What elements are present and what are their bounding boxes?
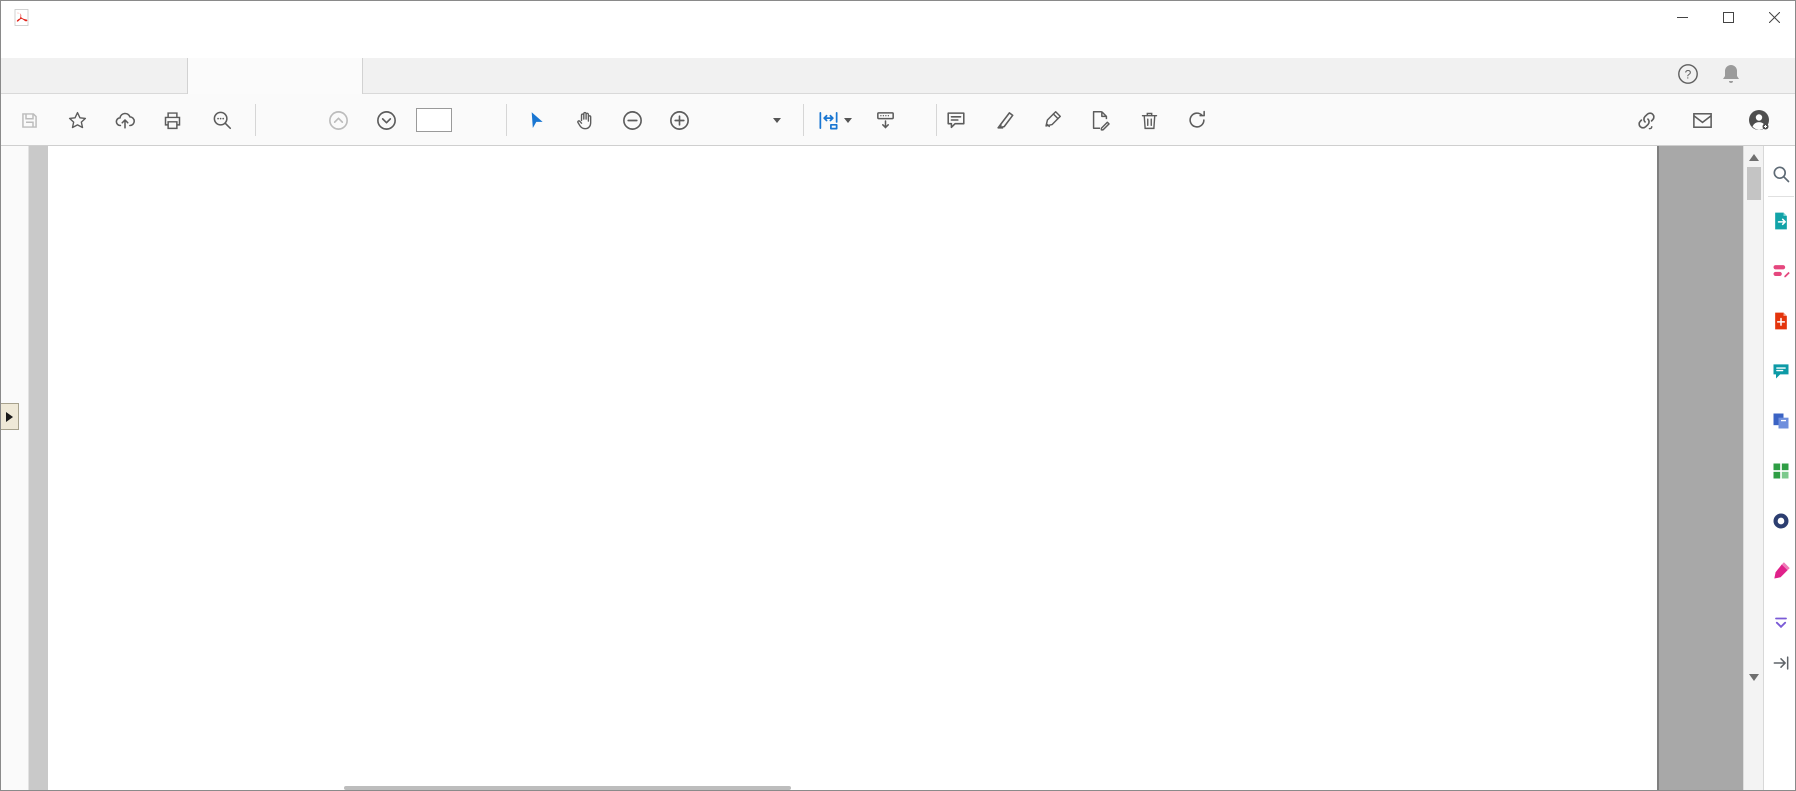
page-display-icon[interactable] (868, 103, 902, 137)
vertical-scrollbar[interactable] (1743, 146, 1763, 790)
document-area (1, 146, 1795, 790)
previous-page-icon[interactable] (321, 103, 355, 137)
save-icon[interactable] (12, 103, 46, 137)
pdf-page (48, 146, 1657, 790)
share-link-icon[interactable] (1629, 103, 1663, 137)
open-tools-panel-icon[interactable] (1769, 651, 1793, 675)
title-bar (1, 1, 1795, 34)
search-tools-icon[interactable] (1769, 162, 1793, 186)
zoom-out-icon[interactable] (615, 103, 649, 137)
acrobat-window: ? (0, 0, 1796, 791)
more-tools-icon[interactable] (1769, 609, 1793, 633)
fit-dropdown-caret-icon[interactable] (844, 118, 852, 123)
menu-bar (1, 34, 1795, 58)
scroll-down-arrow-icon[interactable] (1749, 674, 1759, 681)
combine-files-icon[interactable] (1769, 409, 1793, 433)
maximize-button[interactable] (1705, 1, 1751, 34)
vertical-scrollbar-thumb[interactable] (1747, 167, 1761, 200)
delete-icon[interactable] (1132, 103, 1166, 137)
comment-icon[interactable] (939, 103, 973, 137)
horizontal-scrollbar-thumb[interactable] (344, 786, 791, 790)
account-avatar-icon[interactable] (1742, 103, 1776, 137)
cloud-upload-icon[interactable] (108, 103, 142, 137)
tab-home[interactable] (5, 58, 41, 94)
edit-pdf-icon[interactable] (1769, 259, 1793, 283)
left-panel-toggle-button[interactable] (1, 403, 19, 430)
refresh-icon[interactable] (1180, 103, 1214, 137)
tab-document[interactable] (187, 58, 363, 94)
scroll-up-arrow-icon[interactable] (1749, 154, 1759, 161)
main-toolbar (1, 94, 1795, 146)
close-button[interactable] (1751, 1, 1795, 34)
organize-pages-icon[interactable] (1769, 459, 1793, 483)
zoom-in-icon[interactable] (662, 103, 696, 137)
comment-tools-icon[interactable] (1769, 359, 1793, 383)
fit-width-icon[interactable] (811, 103, 845, 137)
next-page-icon[interactable] (369, 103, 403, 137)
create-pdf-icon[interactable] (1769, 309, 1793, 333)
pane-background-right (1657, 146, 1743, 790)
help-icon[interactable]: ? (1677, 63, 1699, 90)
highlight-icon[interactable] (988, 103, 1022, 137)
tools-panel (1763, 146, 1795, 790)
hand-tool-icon[interactable] (568, 103, 602, 137)
export-pdf-icon[interactable] (1769, 209, 1793, 233)
tab-bar: ? (1, 58, 1795, 94)
fill-sign-icon[interactable] (1083, 103, 1117, 137)
zoom-dropdown-caret-icon[interactable] (773, 118, 781, 123)
star-favorite-icon[interactable] (60, 103, 94, 137)
protect-icon[interactable] (1769, 509, 1793, 533)
tab-tools[interactable] (45, 58, 81, 94)
pane-background-left (29, 146, 48, 790)
acrobat-pdf-icon (14, 9, 29, 26)
left-panel-rail (1, 146, 29, 790)
notification-bell-icon[interactable] (1721, 63, 1741, 90)
minimize-button[interactable] (1659, 1, 1705, 34)
email-icon[interactable] (1685, 103, 1719, 137)
zoom-level-value[interactable] (717, 108, 765, 132)
find-icon[interactable] (205, 103, 239, 137)
fill-and-sign-icon[interactable] (1769, 559, 1793, 583)
page-number-input[interactable] (416, 108, 452, 132)
select-tool-icon[interactable] (519, 103, 553, 137)
print-icon[interactable] (155, 103, 189, 137)
svg-text:?: ? (1685, 67, 1692, 81)
expand-panel-arrow-icon (6, 411, 13, 422)
sign-pen-icon[interactable] (1035, 103, 1069, 137)
